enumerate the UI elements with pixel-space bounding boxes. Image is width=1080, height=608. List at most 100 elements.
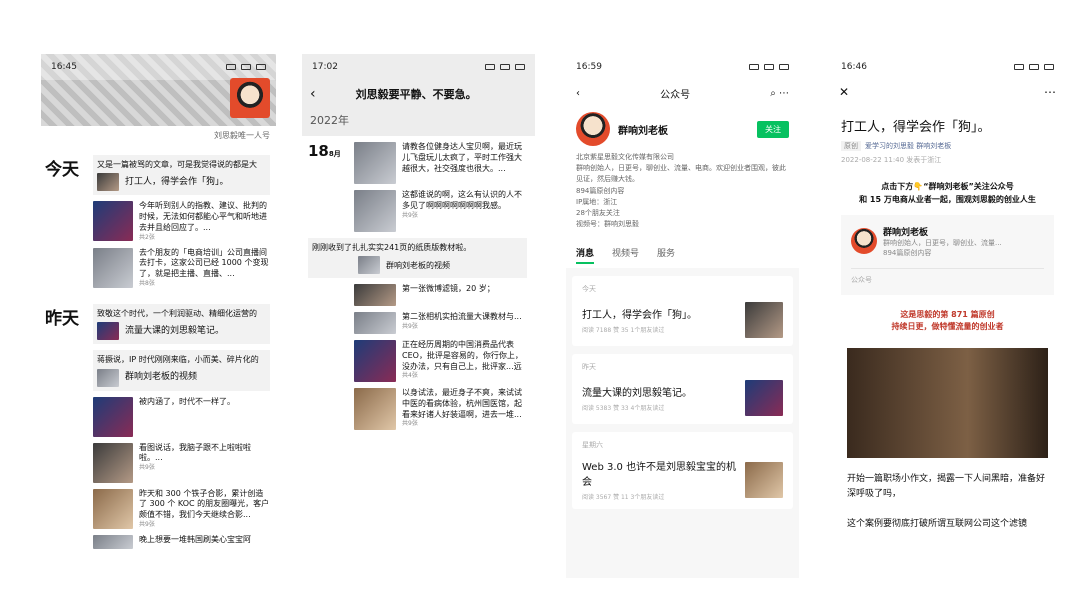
post-text: 致敬这个时代，一个利润驱动、精细化运营的 [97,309,257,319]
day-label: 今天 [45,160,79,180]
account-card[interactable]: 群响刘老板 群响创始人，日更号，聊创业、流量... 894篇原创内容 公众号 [841,214,1054,295]
original-badge: 原创 [841,141,861,151]
back-icon[interactable]: ‹ [310,86,316,102]
list-item[interactable]: 去个朋友的「电商培训」公司直播间去打卡，这家公司已经 1000 个变现了，就是把… [93,247,270,288]
date-label: 188月 [308,142,354,238]
list-item[interactable]: 今年听到别人的指教、建议、批判的时候，无法如何都能心平气和听地进去并且给回应了。… [93,201,270,242]
status-bar: 16:46 [831,54,1064,80]
promo-line: 点击下方👇“群响刘老板”关注公众号 [881,182,1014,191]
shared-video[interactable]: 刚刚收到了扎扎实实241页的纸质版教材啦。 群响刘老板的视频 [308,238,527,278]
status-bar: 17:02 [302,54,535,80]
post-thumb [93,488,133,529]
more-icon[interactable]: ⋯ [1044,85,1056,99]
day-yesterday: 昨天 致敬这个时代，一个利润驱动、精细化运营的 流量大课的刘思毅笔记。 蒋撅说，… [41,304,276,555]
video-channel[interactable]: 视频号：群响刘思毅 [576,219,789,230]
list-item[interactable]: 请教各位健身达人宝贝啊，最近玩儿飞盘玩儿太疯了，平时工作强大越很大，社交强度也很… [354,142,527,184]
list-item[interactable]: 以身试法，最近身子不爽，来试试中医的看病体验，杭州国医馆，起看来好诸人好装逼啊，… [354,388,527,430]
post-text: 被内涵了，时代不一样了。 [139,396,235,406]
article-card[interactable]: 昨天 流量大课的刘思毅笔记。 阅读 5383 赞 33 4个朋友读过 [572,354,793,425]
tab-services[interactable]: 服务 [657,246,675,264]
post-meta: 共8张 [139,280,155,288]
card-date: 昨天 [582,363,596,372]
list-item[interactable]: 正在经历周期的中国消费品代表 CEO，批评是容易的，你行你上，没办法，只有自己上… [354,340,527,382]
list-item[interactable]: 第一张微博滤镜，20 岁； [354,284,527,306]
article-thumb [97,322,119,341]
highlight-line: 持续日更，做特懂流量的创业者 [891,322,1004,332]
post-text: 蒋撅说，IP 时代刚刚来临，小而美、碎片化的 [97,355,259,365]
list-item[interactable]: 晚上想要一堆韩国刷美心宝宝阿 [93,535,270,550]
video-title: 群响刘老板的视频 [386,260,450,270]
list-item[interactable]: 这都谁说的啊，这么有认识的人不多见了啊啊啊啊啊啊啊我感。 共9张 [354,190,527,232]
profile-avatar[interactable] [230,78,270,118]
account-avatar [851,228,877,255]
article-date: 2022-08-22 11:40 发表于浙江 [841,156,942,164]
card-title: 打工人，得学会作「狗」。 [582,310,697,322]
article-title: 流量大课的刘思毅笔记。 [125,326,225,337]
back-icon[interactable]: ‹ [576,88,580,99]
article-authors[interactable]: 爱学习的刘思毅 群响刘老板 [865,142,951,150]
card-thumb [745,461,783,498]
day-group: 188月 请教各位健身达人宝贝啊，最近玩儿飞盘玩儿太疯了，平时工作强大越很大，社… [302,136,535,238]
page-title: 刘思毅要平静、不要急。 [355,88,477,101]
article-card[interactable]: 星期六 Web 3.0 也许不是刘思毅宝宝的机会 阅读 3567 赞 11 3个朋… [572,432,793,510]
post-thumb [93,247,133,288]
friends-following[interactable]: 28个朋友关注 [576,208,789,219]
post-text: 请教各位健身达人宝贝啊，最近玩儿飞盘玩儿太疯了，平时工作强大越很大，社交强度也很… [402,142,522,173]
video-thumb [97,368,119,387]
post-text: 正在经历周期的中国消费品代表 CEO，批评是容易的，你行你上，没办法，只有自己上… [402,340,523,371]
article-count: 894篇原创内容 [883,248,932,257]
follow-button[interactable]: 关注 [757,120,789,138]
day-label: 昨天 [45,309,79,330]
card-thumb [745,302,783,339]
article-thumb [97,173,119,192]
list-item[interactable]: 看图说话，我脑子跟不上啦啦啦啦。... 共9张 [93,442,270,483]
status-time: 17:02 [312,62,338,72]
status-time: 16:45 [51,62,77,72]
highlight-line: 这是思毅的第 871 篇原创 [900,309,995,319]
article-paragraph: 这个案例要彻底打破所谓互联网公司这个滤镜 [847,518,1028,529]
article-photo [847,348,1048,459]
video-thumb [358,256,380,274]
post-meta: 共9张 [139,464,155,472]
shared-video[interactable]: 蒋撅说，IP 时代刚刚来临，小而美、碎片化的 群响刘老板的视频 [93,350,270,391]
post-thumb [354,142,396,184]
list-item[interactable]: 第二张相机实拍流量大课教材与... 共9张 [354,312,527,334]
account-desc: 群响创始人，日更号，聊创业、流量... [883,238,1002,247]
promo-line: 和 15 万电商从业者一起，围观刘思毅的创业人生 [859,194,1036,204]
account-name: 群响刘老板 [883,227,929,238]
list-item[interactable]: 昨天和 300 个铁子合影，累计创造了 300 个 KOC 的朋友圈曝光，客户颇… [93,488,270,529]
date-month: 8月 [328,150,341,158]
status-time: 16:46 [841,62,867,72]
list-item[interactable]: 被内涵了，时代不一样了。 [93,396,270,437]
post-thumb [93,201,133,242]
day-today: 今天 又是一篇被骂的文章，可是我觉得说的都是大 打工人，得学会作「狗」。 今年听… [41,155,276,294]
article-count: 894篇原创内容 [576,186,625,195]
phone-moments-profile: 16:45 刘思毅唯一人号 今天 又是一篇被骂的文章，可是我觉得说的都是大 打工… [41,54,276,578]
year-label: 2022年 [302,108,535,136]
page-title: 公众号 [660,89,691,101]
post-meta: 共9张 [139,520,155,528]
post-text: 第一张微博滤镜，20 岁； [402,284,495,293]
post-text: 昨天和 300 个铁子合影，累计创造了 300 个 KOC 的朋友圈曝光，客户颇… [139,488,270,520]
post-thumb [354,312,396,334]
card-thumb [745,380,783,417]
shared-article[interactable]: 又是一篇被骂的文章，可是我觉得说的都是大 打工人，得学会作「狗」。 [93,155,270,196]
tab-messages[interactable]: 消息 [576,246,595,265]
account-label: 公众号 [851,267,1044,285]
card-stats: 阅读 5383 赞 33 4个朋友读过 [582,405,665,413]
post-text: 看图说话，我脑子跟不上啦啦啦啦。... [139,442,251,463]
post-thumb [354,190,396,232]
card-date: 星期六 [582,441,603,450]
shared-article[interactable]: 致敬这个时代，一个利润驱动、精细化运营的 流量大课的刘思毅笔记。 [93,304,270,345]
close-icon[interactable]: ✕ [839,85,849,99]
date-day: 18 [308,142,329,160]
account-avatar[interactable] [576,112,610,146]
post-text: 去个朋友的「电商培训」公司直播间去打卡，这家公司已经 1000 个变现了，就是把… [139,247,269,279]
article-card[interactable]: 今天 打工人，得学会作「狗」。 阅读 7188 赞 35 1个朋友读过 [572,276,793,347]
account-desc: 群响创始人，日更号，聊创业、流量、电商。欢迎创业者围观，彼此见证，然后赚大钱。 [576,164,786,184]
post-text: 刚刚收到了扎扎实实241页的纸质版教材啦。 [312,243,472,252]
tab-video[interactable]: 视频号 [612,246,639,264]
status-time: 16:59 [576,62,602,72]
post-thumb [354,388,396,430]
search-icon[interactable]: ⌕ ⋯ [770,88,789,99]
